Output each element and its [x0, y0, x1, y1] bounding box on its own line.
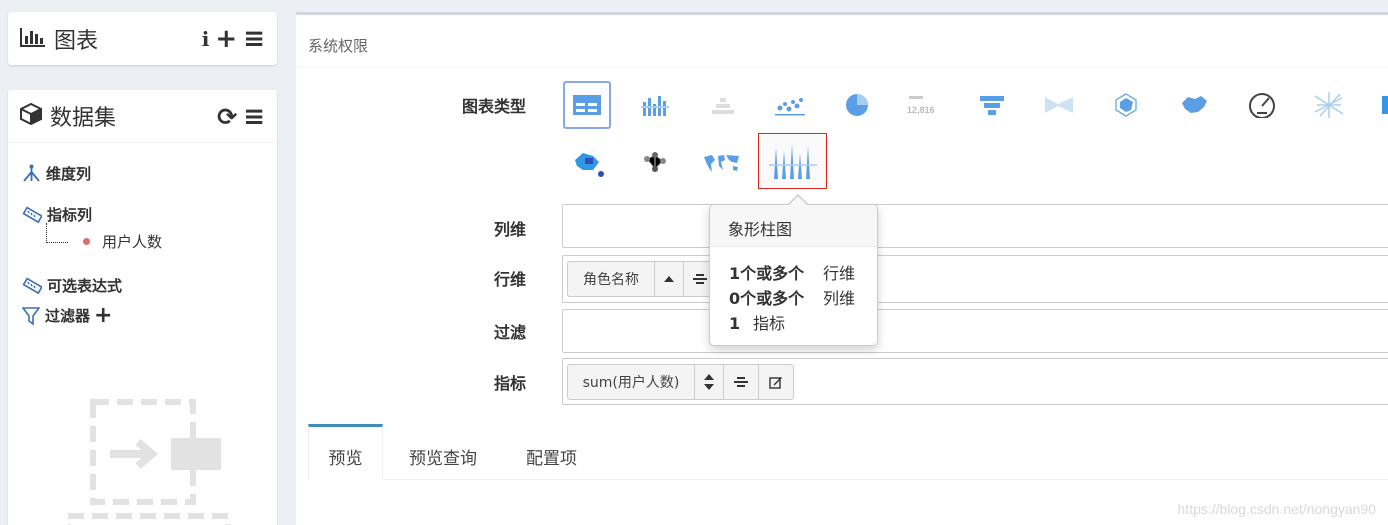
dimension-label: 维度列	[46, 165, 92, 183]
row-dimension-label: 行维	[493, 270, 526, 289]
watermark: https://blog.csdn.net/nongyan90	[1177, 501, 1376, 517]
chart-panel-title: 图表	[54, 28, 99, 54]
table-icon[interactable]	[563, 81, 611, 129]
measure-item-user-count[interactable]: 用户人数	[83, 231, 162, 252]
tooltip-row: 1 指标	[729, 310, 785, 334]
gauge-icon[interactable]	[1238, 81, 1286, 129]
word-cloud-icon[interactable]	[1305, 81, 1353, 129]
ruler-icon	[22, 276, 42, 294]
radar-icon[interactable]	[1102, 81, 1150, 129]
chart-panel: 图表 i + ≡	[8, 12, 277, 65]
measure-item-label: 用户人数	[102, 233, 163, 251]
world-map-icon[interactable]	[698, 139, 746, 187]
ruler-icon	[22, 205, 42, 223]
tooltip-title: 象形柱图	[710, 205, 877, 247]
refresh-icon[interactable]: ⟳	[217, 105, 237, 129]
menu-icon[interactable]: ≡	[243, 26, 265, 52]
chart-panel-tools: i + ≡	[202, 12, 265, 65]
add-filter-icon[interactable]: +	[94, 303, 112, 328]
funnel-filter-icon	[22, 306, 40, 326]
column-dimension-field[interactable]	[562, 204, 1388, 248]
sankey-icon[interactable]	[1035, 81, 1083, 129]
sitemap-icon	[23, 164, 40, 182]
page-title: 系统权限	[308, 37, 369, 55]
bottom-tabs: 预览 预览查询 配置项	[308, 424, 1388, 480]
measure-section[interactable]: 指标列	[22, 204, 92, 225]
row-chip-name[interactable]: 角色名称	[567, 261, 655, 297]
pie-icon[interactable]	[833, 81, 881, 129]
kpi-icon[interactable]: 12,816	[900, 81, 948, 129]
dataset-panel-title: 数据集	[50, 106, 117, 131]
plus-icon[interactable]: +	[215, 26, 237, 52]
main-header: 系统权限	[296, 15, 1388, 68]
tooltip-req: 1	[729, 314, 741, 333]
tooltip-req: 1个或多个	[729, 264, 805, 283]
align-center-icon[interactable]	[723, 364, 759, 400]
dataset-panel-tools: ⟳ ≡	[217, 90, 265, 143]
row-dimension-chip: 角色名称	[567, 261, 717, 297]
filter-label: 过滤器	[45, 307, 91, 325]
drag-drop-placeholder-icon	[65, 396, 248, 525]
measure-chip: sum(用户人数)	[567, 364, 794, 400]
filter-field[interactable]	[562, 309, 1388, 353]
tooltip-row: 1个或多个 行维	[729, 260, 855, 284]
sort-up-icon[interactable]	[654, 261, 684, 297]
measure-row-label: 指标	[493, 374, 526, 393]
funnel-icon[interactable]	[968, 81, 1016, 129]
tooltip-field: 指标	[753, 314, 786, 333]
tab-config[interactable]: 配置项	[526, 424, 577, 480]
graph-icon[interactable]	[631, 139, 679, 187]
cube-icon	[20, 102, 42, 129]
tree-connector	[46, 223, 68, 243]
expression-label: 可选表达式	[47, 277, 123, 295]
dimension-section[interactable]: 维度列	[22, 163, 91, 184]
relation-map-icon[interactable]	[565, 139, 613, 187]
tab-preview-query[interactable]: 预览查询	[409, 424, 477, 480]
tooltip-arrow-inner	[789, 196, 807, 205]
filter-section[interactable]: 过滤器 +	[22, 303, 112, 328]
expression-section[interactable]: 可选表达式	[22, 275, 122, 296]
bar-chart-icon	[20, 27, 46, 51]
menu-icon[interactable]: ≡	[243, 104, 265, 130]
tooltip-row: 0个或多个 列维	[729, 285, 855, 309]
tooltip-field: 行维	[823, 264, 856, 283]
bar-icon[interactable]	[631, 81, 679, 129]
info-icon[interactable]: i	[202, 29, 210, 49]
chart-type-label: 图表类型	[461, 97, 526, 116]
tooltip-req: 0个或多个	[729, 289, 805, 308]
sort-icon[interactable]	[694, 364, 724, 400]
svg-text:12,816: 12,816	[907, 105, 935, 115]
measure-field[interactable]: sum(用户人数)	[562, 358, 1388, 405]
edit-icon[interactable]	[758, 364, 794, 400]
row-dimension-field[interactable]: 角色名称	[562, 255, 1388, 303]
measure-dot	[83, 238, 90, 245]
column-dimension-label: 列维	[493, 220, 526, 239]
stacked-bar-icon[interactable]	[699, 81, 747, 129]
measure-label: 指标列	[47, 206, 93, 224]
chart-type-tooltip: 象形柱图 1个或多个 行维 0个或多个 列维 1 指标	[709, 204, 878, 346]
pictorial-bar-icon[interactable]	[758, 133, 827, 189]
filter-row-label: 过滤	[493, 323, 526, 342]
dataset-panel: 数据集 ⟳ ≡ 维度列 指标列 用户人数 可选表达式 过滤器 +	[8, 90, 277, 525]
tab-preview[interactable]: 预览	[308, 424, 383, 480]
scatter-icon[interactable]	[766, 81, 814, 129]
china-map-icon[interactable]	[1170, 81, 1218, 129]
measure-chip-name[interactable]: sum(用户人数)	[567, 364, 695, 400]
tooltip-field: 列维	[823, 289, 856, 308]
heatmap-icon[interactable]	[1372, 81, 1388, 129]
